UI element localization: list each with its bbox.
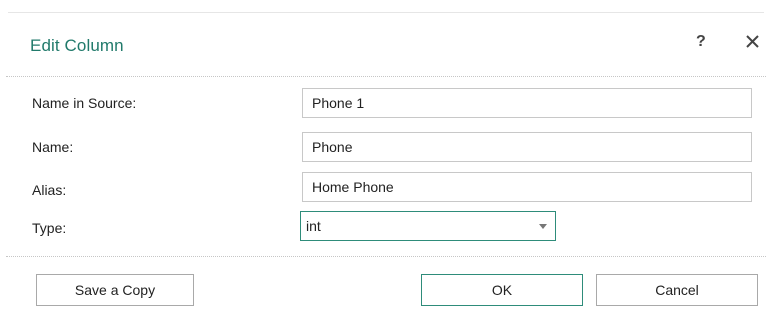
chevron-down-icon (539, 224, 547, 229)
name-label: Name: (32, 139, 74, 155)
header-divider (6, 76, 766, 77)
name-input[interactable] (302, 132, 752, 162)
ok-button[interactable]: OK (421, 274, 583, 306)
cancel-button[interactable]: Cancel (596, 274, 758, 306)
type-label: Type: (32, 220, 67, 236)
type-select-value: int (306, 218, 321, 234)
close-icon (746, 35, 759, 48)
type-select[interactable]: int (300, 211, 556, 241)
save-a-copy-button[interactable]: Save a Copy (36, 274, 194, 306)
name-in-source-input[interactable] (302, 88, 752, 118)
edit-column-dialog: Edit Column ? Name in Source: Name: Alia… (0, 0, 772, 316)
name-in-source-label: Name in Source: (32, 95, 137, 111)
dialog-top-edge (8, 12, 764, 13)
alias-label: Alias: (32, 182, 67, 198)
close-button[interactable] (744, 31, 762, 51)
footer-divider (6, 256, 766, 257)
dialog-title: Edit Column (30, 36, 124, 55)
alias-input[interactable] (302, 172, 752, 202)
help-button[interactable]: ? (696, 33, 706, 51)
